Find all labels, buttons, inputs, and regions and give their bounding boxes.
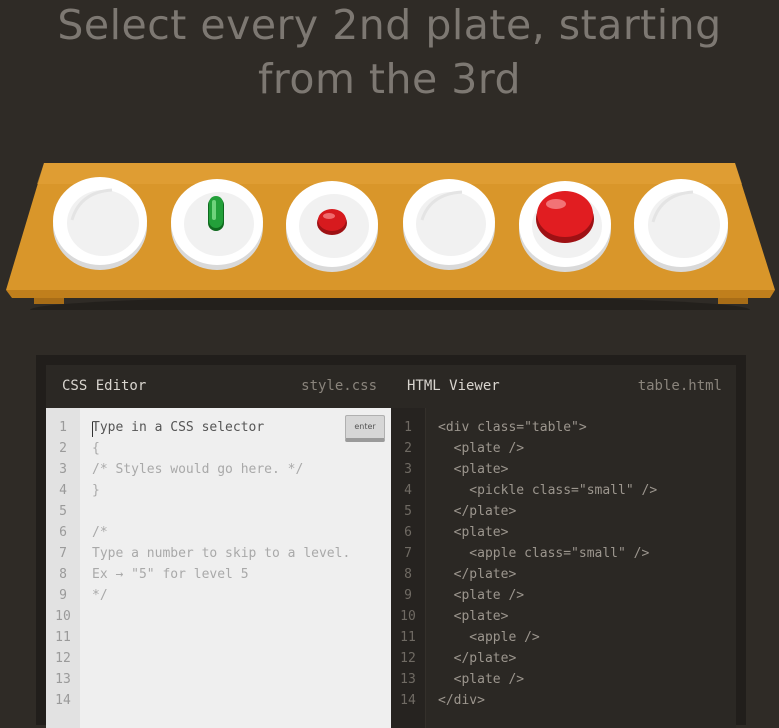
plate-1[interactable] <box>50 172 150 272</box>
css-filename: style.css <box>301 378 377 394</box>
code-line: <plate /> <box>438 672 525 687</box>
line-number: 12 <box>400 651 416 666</box>
line-number: 5 <box>59 504 67 519</box>
line-number: 13 <box>55 672 71 687</box>
plate-4[interactable] <box>400 174 498 272</box>
line-number: 11 <box>55 630 71 645</box>
plate-3[interactable] <box>283 176 381 274</box>
line-number: 4 <box>59 483 67 498</box>
code-line: <plate /> <box>438 588 525 603</box>
code-line: <plate> <box>438 525 509 540</box>
code-line: </plate> <box>438 651 517 666</box>
code-line: </div> <box>438 693 485 708</box>
line-number: 4 <box>404 483 412 498</box>
code-line: { <box>92 441 100 456</box>
line-number: 10 <box>55 609 71 624</box>
code-line: <plate> <box>438 609 509 624</box>
code-line: <plate> <box>438 462 509 477</box>
css-editor-body[interactable]: 1 2 3 4 5 6 7 8 9 10 11 12 13 14 Type in a CSS select… <box>46 408 391 728</box>
line-number: 1 <box>404 420 412 435</box>
html-viewer-header: HTML Viewer table.html <box>391 365 736 408</box>
instruction-line-2: from the 3rd <box>257 55 521 103</box>
code-line: <div class="table"> <box>438 420 587 435</box>
line-number: 6 <box>59 525 67 540</box>
instruction-line-1: Select every 2nd plate, starting <box>57 1 722 49</box>
line-number: 14 <box>55 693 71 708</box>
code-line: */ <box>92 588 108 603</box>
line-number: 14 <box>400 693 416 708</box>
line-number: 2 <box>59 441 67 456</box>
html-viewer-title: HTML Viewer <box>407 378 500 394</box>
code-line: <apple class="small" /> <box>438 546 650 561</box>
code-line: Type a number to skip to a level. <box>92 546 351 561</box>
line-number: 9 <box>59 588 67 603</box>
level-instruction: Select every 2nd plate, starting from th… <box>0 0 779 106</box>
html-viewer-body: 1 2 3 4 5 6 7 8 9 10 11 12 13 14 <div class="table"> … <box>391 408 736 728</box>
small-apple-icon <box>317 209 347 235</box>
code-line: Type in a CSS selector <box>92 420 265 435</box>
plate-5[interactable] <box>516 176 614 274</box>
code-line: <pickle class="small" /> <box>438 483 658 498</box>
line-number: 8 <box>404 567 412 582</box>
line-number: 3 <box>59 462 67 477</box>
line-number: 1 <box>59 420 67 435</box>
line-number: 12 <box>55 651 71 666</box>
line-number: 10 <box>400 609 416 624</box>
html-filename: table.html <box>637 378 722 394</box>
line-number: 2 <box>404 441 412 456</box>
line-number: 6 <box>404 525 412 540</box>
line-number: 7 <box>59 546 67 561</box>
code-line: </plate> <box>438 504 517 519</box>
pickle-icon <box>208 196 224 231</box>
code-line: Ex → "5" for level 5 <box>92 567 249 582</box>
line-number: 9 <box>404 588 412 603</box>
code-line: /* Styles would go here. */ <box>92 462 304 477</box>
line-number: 8 <box>59 567 67 582</box>
code-line: </plate> <box>438 567 517 582</box>
line-number: 11 <box>400 630 416 645</box>
line-number: 7 <box>404 546 412 561</box>
text-caret <box>92 422 93 437</box>
apple-icon <box>536 191 594 243</box>
code-line: <plate /> <box>438 441 525 456</box>
code-line: <apple /> <box>438 630 540 645</box>
enter-button[interactable]: enter <box>345 415 385 442</box>
css-editor-header: CSS Editor style.css <box>46 365 391 408</box>
css-editor-title: CSS Editor <box>62 378 147 394</box>
code-line: } <box>92 483 100 498</box>
plate-6[interactable] <box>631 174 731 274</box>
line-number: 3 <box>404 462 412 477</box>
line-number: 13 <box>400 672 416 687</box>
code-line: /* <box>92 525 108 540</box>
dinner-table <box>0 160 779 324</box>
plate-2[interactable] <box>168 174 266 272</box>
line-number: 5 <box>404 504 412 519</box>
editor-panel: CSS Editor style.css HTML Viewer table.h… <box>36 355 746 728</box>
